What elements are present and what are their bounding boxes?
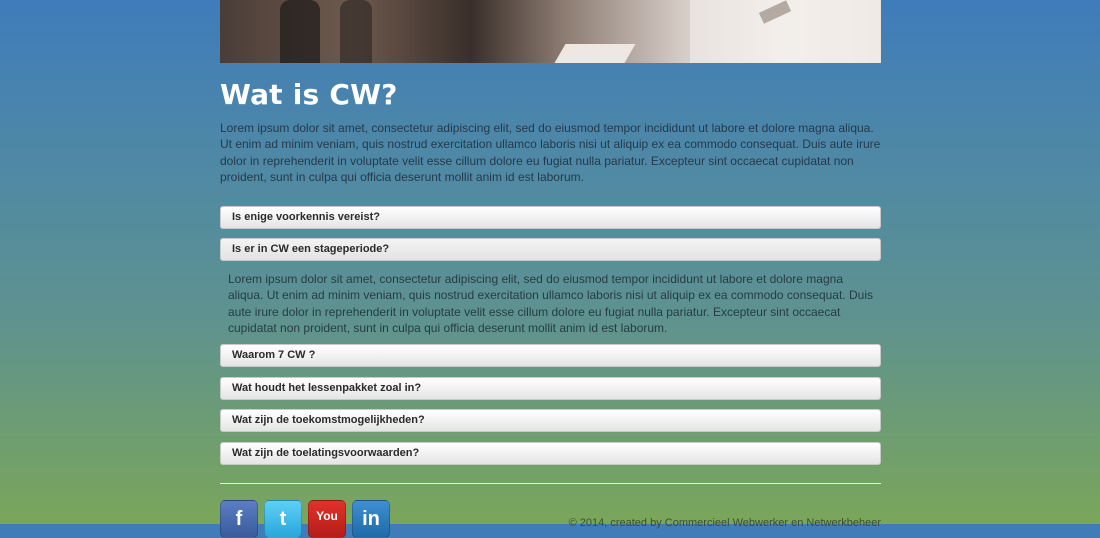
faq-item-label: Is er in CW een stageperiode? — [232, 243, 390, 255]
facebook-icon[interactable]: f — [220, 500, 258, 538]
faq-item-waarom[interactable]: Waarom 7 CW ? — [220, 344, 881, 367]
faq-item-voorkennis[interactable]: Is enige voorkennis vereist? — [220, 206, 881, 229]
twitter-icon[interactable]: t — [264, 500, 302, 538]
hero-image — [220, 0, 881, 63]
faq-item-label: Wat zijn de toekomstmogelijkheden? — [232, 414, 425, 426]
page-content: Wat is CW? Lorem ipsum dolor sit amet, c… — [220, 0, 881, 538]
faq-item-label: Wat houdt het lessenpakket zoal in? — [232, 382, 422, 394]
faq-item-label: Wat zijn de toelatingsvoorwaarden? — [232, 447, 420, 459]
copyright-text: © 2014, created by Commercieel Webwerker… — [568, 517, 881, 529]
linkedin-icon[interactable]: in — [352, 500, 390, 538]
faq-item-lessenpakket[interactable]: Wat houdt het lessenpakket zoal in? — [220, 377, 881, 400]
faq-item-label: Waarom 7 CW ? — [232, 349, 316, 361]
footer-divider — [220, 483, 881, 484]
intro-text: Lorem ipsum dolor sit amet, consectetur … — [220, 121, 881, 184]
social-links: f t You in — [220, 500, 390, 538]
faq-item-toelating[interactable]: Wat zijn de toelatingsvoorwaarden? — [220, 442, 881, 465]
youtube-icon[interactable]: You — [308, 500, 346, 538]
faq-item-toekomst[interactable]: Wat zijn de toekomstmogelijkheden? — [220, 409, 881, 432]
page-title: Wat is CW? — [220, 78, 398, 111]
faq-item-stageperiode[interactable]: Is er in CW een stageperiode? — [220, 238, 881, 261]
faq-item-label: Is enige voorkennis vereist? — [232, 211, 380, 223]
faq-panel-stageperiode: Lorem ipsum dolor sit amet, consectetur … — [228, 272, 873, 335]
